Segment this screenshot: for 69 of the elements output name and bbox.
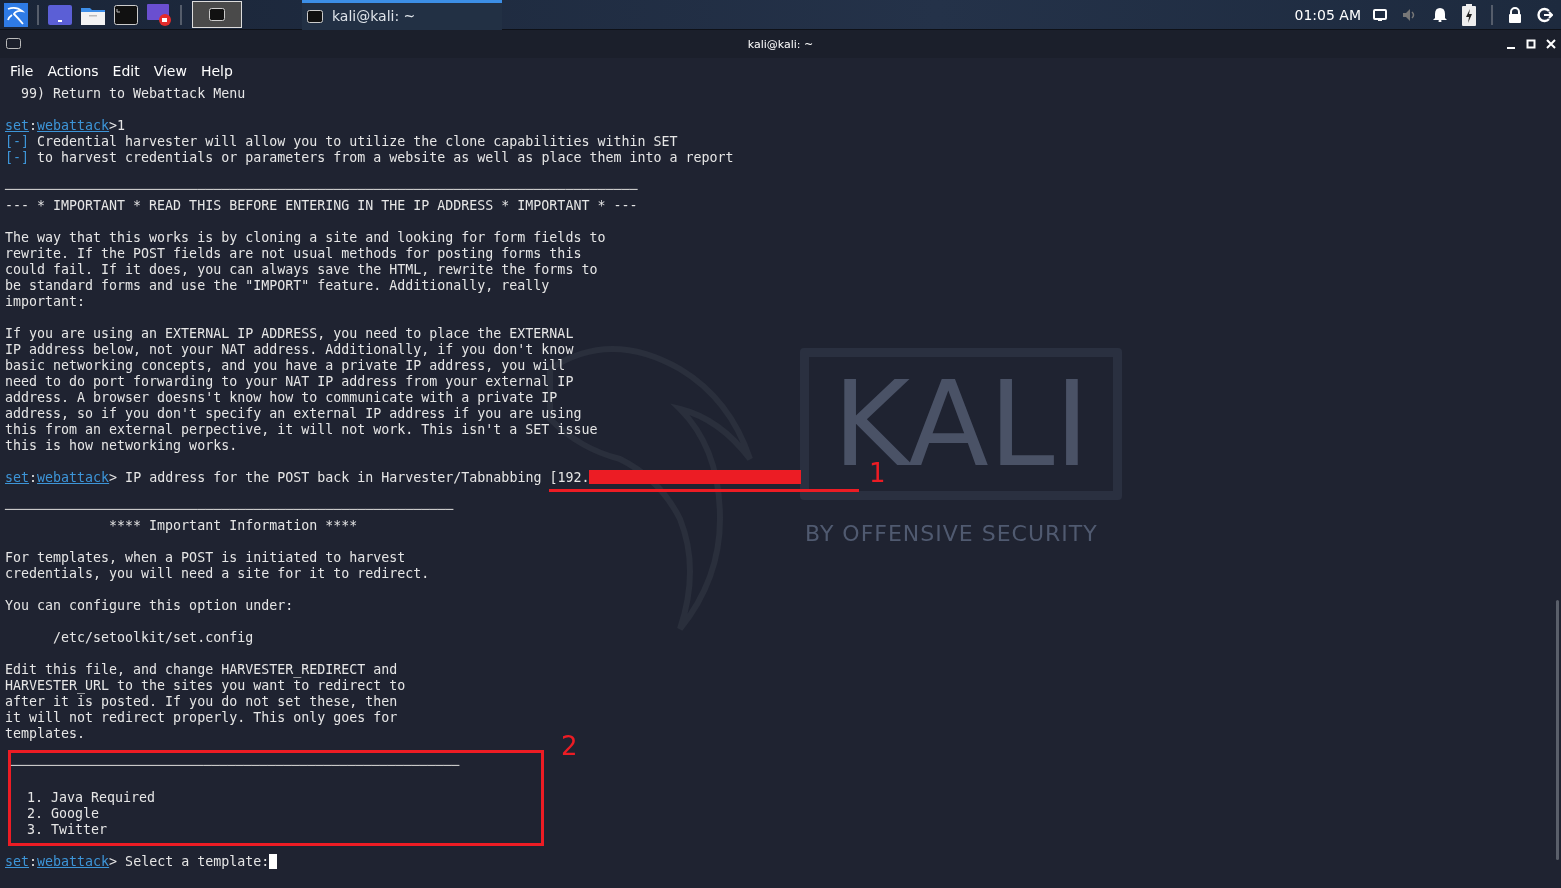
output-text: this from an external perpective, it will not work. This isn't a SET issue — [5, 422, 598, 438]
bell-icon[interactable] — [1433, 7, 1447, 22]
menu-item[interactable]: View — [153, 63, 187, 79]
menu-item[interactable]: Edit — [112, 63, 140, 79]
lock-icon[interactable] — [1508, 6, 1522, 23]
output-text: be standard forms and use the "IMPORT" feature. Additionally, really — [5, 278, 550, 294]
desktop-icon[interactable] — [48, 4, 72, 25]
output-text: basic networking concepts, and you have a private IP address, you will — [5, 358, 566, 374]
kali-menu-icon[interactable] — [4, 2, 28, 27]
menu-item[interactable]: Actions — [47, 63, 99, 79]
output-text: need to do port forwarding to your NAT IP address from your external IP — [5, 374, 574, 390]
prompt-text: > IP address for the POST back in Harvester/Tabnabbing — [109, 470, 543, 485]
battery-icon[interactable] — [1462, 3, 1476, 26]
output-text: Credential harvester will allow you to utilize the clone capabilities within SET — [36, 134, 678, 149]
screen-recorder-icon[interactable] — [147, 3, 171, 26]
output-text: address, so if you don't specify an external IP address if you are using — [5, 406, 582, 422]
divider-line: ──────────────────────────────────────────────────────── — [5, 502, 454, 518]
output-text: The way that this works is by cloning a site and looking for form fields to — [5, 230, 606, 246]
output-text: If you are using an EXTERNAL IP ADDRESS, you need to place the EXTERNAL — [5, 326, 574, 342]
wallpaper-tagline: BY OFFENSIVE SECURITY — [805, 521, 1098, 546]
maximize-icon[interactable] — [1526, 39, 1536, 49]
output-text: HARVESTER_URL to the sites you want to redirect to — [5, 678, 406, 694]
prompt-text: >1 — [109, 118, 126, 133]
window-title: kali@kali: ~ — [747, 37, 814, 51]
info-marker: [-] — [5, 134, 30, 149]
output-text: 1. Java Required — [26, 790, 156, 806]
close-icon[interactable] — [1546, 39, 1556, 49]
terminal-icon — [209, 8, 225, 21]
divider-line: ──────────────────────────────────────────────────────── — [11, 758, 460, 774]
output-text: Edit this file, and change HARVESTER_REDIRECT and — [5, 662, 398, 678]
scrollbar-thumb[interactable] — [1556, 600, 1559, 860]
output-text: 3. Twitter — [26, 822, 108, 838]
logout-icon[interactable] — [1537, 6, 1553, 23]
window-icon — [6, 38, 22, 50]
output-text: You can configure this option under: — [5, 598, 294, 614]
taskbar-task[interactable]: kali@kali: ~ — [302, 0, 502, 30]
output-text: **** Important Information **** — [108, 518, 358, 534]
output-text: 2. Google — [26, 806, 100, 822]
terminal-icon — [307, 9, 323, 23]
output-text: this is how networking works. — [5, 438, 238, 454]
menu-item[interactable]: File — [10, 63, 34, 79]
prompt-separator: : — [29, 854, 38, 869]
divider-line: ─────────────────────────────────────────────────────────────────────────────── — [5, 182, 638, 198]
workspace-button[interactable] — [192, 1, 242, 28]
output-text: IP address below, not your NAT address. Additionally, if you don't know — [5, 342, 574, 358]
prompt-text: > Select a template: — [109, 854, 270, 869]
output-text: rewrite. If the POST fields are not usual methods for posting forms this — [5, 246, 582, 262]
output-text: templates. — [5, 726, 86, 742]
terminal-icon[interactable] — [114, 4, 138, 25]
output-text: credentials, you will need a site for it to redirect. — [5, 566, 430, 582]
task-title: kali@kali: ~ — [332, 8, 416, 24]
info-marker: [-] — [5, 150, 30, 165]
output-text: --- * IMPORTANT * READ THIS BEFORE ENTERING IN THE IP ADDRESS * IMPORTANT * --- — [5, 198, 638, 214]
output-text: 99) Return to Webattack Menu — [20, 86, 246, 102]
output-text: address. A browser doesns't know how to communicate with a private IP — [5, 390, 558, 406]
clock: 01:05 AM — [1294, 6, 1361, 23]
annotation-label: 2 — [561, 733, 578, 759]
output-text: important: — [5, 294, 86, 310]
prompt-separator: : — [29, 118, 38, 133]
input-value: [192. — [549, 470, 590, 485]
output-text: it will not redirect properly. This only goes for — [5, 710, 398, 726]
output-text: after it is posted. If you do not set these, then — [5, 694, 398, 710]
output-text: could fail. If it does, you can always save the HTML, rewrite the forms to — [5, 262, 598, 278]
menu-item[interactable]: Help — [200, 63, 233, 79]
output-text: to harvest credentials or parameters from a website as well as place them into a report — [36, 150, 734, 165]
output-text: For templates, when a POST is initiated to harvest — [5, 550, 406, 566]
output-text: /etc/setoolkit/set.config — [52, 630, 254, 646]
display-icon[interactable] — [1373, 8, 1387, 21]
prompt-separator: : — [29, 470, 38, 485]
